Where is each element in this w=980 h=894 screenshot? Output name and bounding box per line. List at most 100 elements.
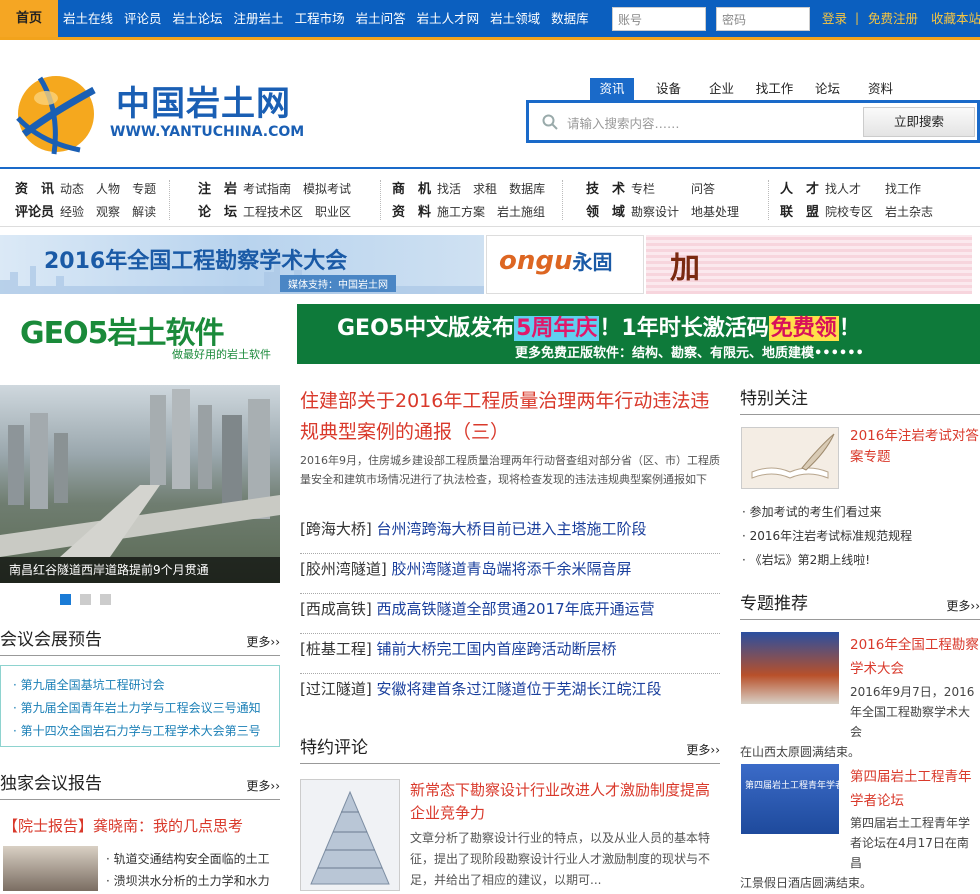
divider [562,180,564,220]
category-head[interactable]: 人 才 [780,179,819,201]
category-link[interactable]: 解读 [132,205,156,219]
search-input[interactable]: 请输入搜索内容…… [567,113,680,132]
category-group: 资 讯动态 人物 专题 评论员 经验 观察 解读 [15,178,171,224]
category-link[interactable]: 地基处理 [691,205,739,219]
banner-geo5-promo[interactable]: GEO5中文版发布5周年庆！1年时长激活码免费领！ 更多免费正版软件：结构、勘察… [297,304,980,364]
list-item[interactable]: · 第九届全国青年岩土力学与工程会议三号通知 [13,697,279,720]
nav-link[interactable]: 评论员 [124,0,162,37]
report-photo[interactable] [3,846,98,891]
news-item[interactable]: [西成高铁] 西成高铁隧道全部贯通2017年底开通运营 [300,594,720,634]
register-link[interactable]: 免费注册 [868,0,918,37]
category-head[interactable]: 领 域 [586,202,625,224]
list-item[interactable]: · 第九届全国基坑工程研讨会 [13,674,279,697]
banner-yonggu[interactable]: ongu永固 [486,235,644,294]
double-chevron-icon: ›› [710,743,720,757]
pyramid-diagram-icon [310,790,390,885]
banner-geo5-logo[interactable]: GEO5岩土软件 做最好用的岩土软件 [8,304,290,364]
nav-link[interactable]: 数据库 [551,0,589,37]
special-headline[interactable]: 2016年注岩考试对答案专题 [850,426,980,468]
category-link[interactable]: 岩土施组 [497,205,545,219]
list-item[interactable]: · 轨道交通结构安全面临的土工 [106,848,270,870]
category-link[interactable]: 工程技术区 [243,205,303,219]
section-title: 独家会议报告 [0,774,102,794]
favorite-link[interactable]: 收藏本站 [931,0,980,37]
category-link[interactable]: 问答 [691,182,715,196]
category-link[interactable]: 专栏 [631,182,655,196]
category-link[interactable]: 观察 [96,205,120,219]
banner-promo[interactable]: 加 [646,235,972,294]
search-button[interactable]: 立即搜索 [863,107,975,137]
nav-link[interactable]: 岩土领域 [490,0,540,37]
login-link[interactable]: 登录 [822,0,847,37]
category-link[interactable]: 经验 [60,205,84,219]
nav-link[interactable]: 注册岩土 [234,0,284,37]
category-link[interactable]: 人物 [96,182,120,196]
report-headline[interactable]: 【院士报告】龚晓南：我的几点思考 [3,815,243,836]
slider-dot[interactable] [100,594,111,605]
category-head[interactable]: 评论员 [15,202,54,224]
news-item[interactable]: [胶州湾隧道] 胶州湾隧道青岛端将添千余米隔音屏 [300,554,720,594]
category-link[interactable]: 专题 [132,182,156,196]
tab-docs[interactable]: 资料 [854,78,907,100]
more-link[interactable]: 更多›› [246,633,280,650]
list-item[interactable]: · 溃坝洪水分析的土力学和水力 [106,870,270,892]
category-link[interactable]: 动态 [60,182,84,196]
category-link[interactable]: 施工方案 [437,205,485,219]
list-item[interactable]: · 《岩坛》第2期上线啦! [742,548,912,572]
slider-dot[interactable] [80,594,91,605]
review-summary: 文章分析了勘察设计行业的特点，以及从业人员的基本特征，提出了现阶段勘察设计行业人… [410,831,711,887]
pyramid-image[interactable] [300,779,400,891]
nav-link[interactable]: 岩土在线 [63,0,113,37]
category-link[interactable]: 院校专区 [825,205,873,219]
more-link[interactable]: 更多›› [686,741,720,758]
category-head[interactable]: 技 术 [586,179,625,201]
category-link[interactable]: 求租 [473,182,497,196]
news-item[interactable]: [跨海大桥] 台州湾跨海大桥目前已进入主塔施工阶段 [300,514,720,554]
list-item[interactable]: · 2016年注岩考试标准规范规程 [742,524,912,548]
main-headline[interactable]: 住建部关于2016年工程质量治理两年行动违法违规典型案例的通报（三） [300,386,720,448]
tab-news[interactable]: 资讯 [590,78,634,100]
site-logo[interactable]: 中国岩土网 WWW.YANTUCHINA.COM [10,70,310,156]
category-head[interactable]: 资 料 [392,202,431,224]
nav-home[interactable]: 首页 [0,0,58,37]
account-input[interactable]: 账号 [612,7,706,31]
category-head[interactable]: 资 讯 [15,179,54,201]
category-bar: 资 讯动态 人物 专题 评论员 经验 观察 解读 注 岩考试指南 模拟考试 论 坛… [0,167,980,227]
more-link[interactable]: 更多›› [246,777,280,794]
special-feature-image[interactable] [741,427,839,489]
category-link[interactable]: 勘察设计 [631,205,679,219]
review-headline[interactable]: 新常态下勘察设计行业改进人才激励制度提高企业竞争力 [410,779,720,825]
category-head[interactable]: 注 岩 [198,179,237,201]
nav-link[interactable]: 岩土论坛 [173,0,223,37]
category-link[interactable]: 职业区 [315,205,351,219]
topic-title[interactable]: 2016年全国工程勘察学术大会 [850,633,980,681]
tab-forum[interactable]: 论坛 [801,78,854,100]
category-link[interactable]: 找活 [437,182,461,196]
nav-link[interactable]: 工程市场 [295,0,345,37]
news-item[interactable]: [桩基工程] 铺前大桥完工国内首座跨活动断层桥 [300,634,720,674]
photo-slider[interactable]: 南昌红谷隧道西岸道路提前9个月贯通 [0,385,280,583]
nav-link[interactable]: 岩土人才网 [417,0,480,37]
conference-section-header: 会议会展预告 更多›› [0,627,280,656]
news-item[interactable]: [过江隧道] 安徽将建首条过江隧道位于芜湖长江皖江段 [300,674,720,714]
tab-company[interactable]: 企业 [695,78,748,100]
category-head[interactable]: 联 盟 [780,202,819,224]
category-link[interactable]: 找人才 [825,182,861,196]
tab-equipment[interactable]: 设备 [642,78,695,100]
tab-jobs[interactable]: 找工作 [748,78,801,100]
category-link[interactable]: 找工作 [885,182,921,196]
banner-survey-conference[interactable]: 2016年全国工程勘察学术大会 媒体支持：中国岩土网 [0,235,484,294]
slider-dot[interactable] [60,594,71,605]
password-input[interactable]: 密码 [716,7,810,31]
category-link[interactable]: 考试指南 [243,182,291,196]
more-link[interactable]: 更多›› [946,597,980,614]
list-item[interactable]: · 参加考试的考生们看过来 [742,500,912,524]
topic-title[interactable]: 第四届岩土工程青年学者论坛 [850,765,980,813]
list-item[interactable]: · 第十四次全国岩石力学与工程学术大会第三号 [13,720,279,743]
category-link[interactable]: 数据库 [509,182,545,196]
category-head[interactable]: 商 机 [392,179,431,201]
category-link[interactable]: 模拟考试 [303,182,351,196]
nav-link[interactable]: 岩土问答 [356,0,406,37]
category-head[interactable]: 论 坛 [198,202,237,224]
category-link[interactable]: 岩土杂志 [885,205,933,219]
